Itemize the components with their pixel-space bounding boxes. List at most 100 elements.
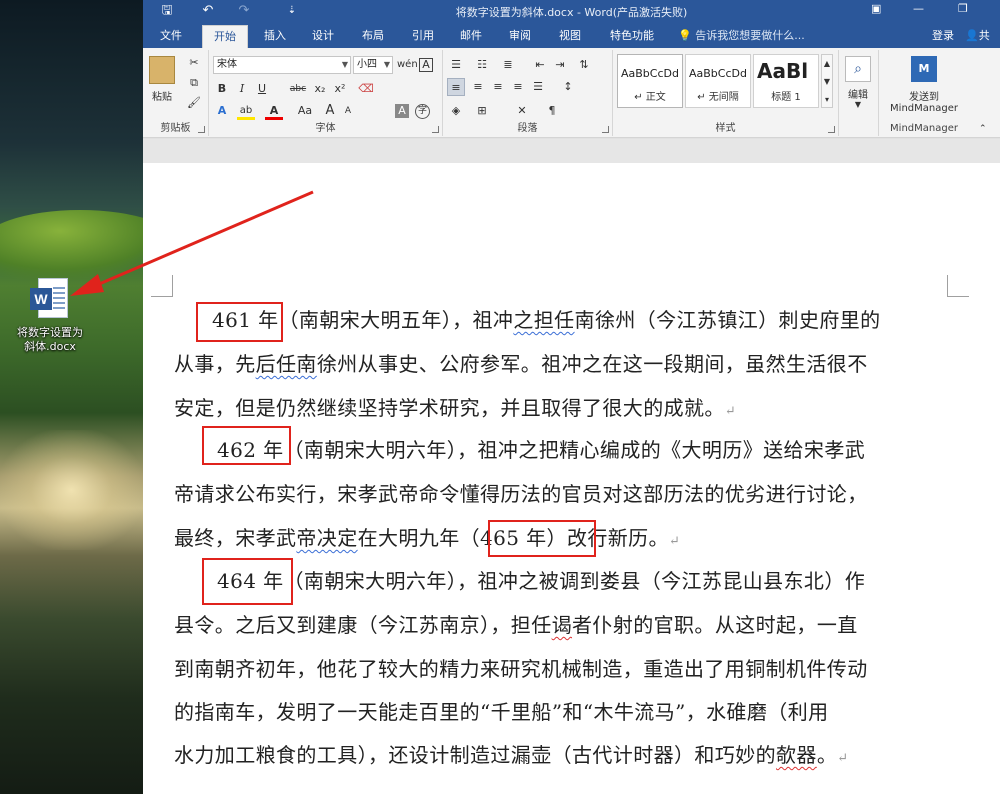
- asian-layout-icon[interactable]: ✕: [513, 102, 531, 120]
- font-color-button[interactable]: A: [265, 102, 283, 120]
- group-font: 宋体 ▼ 小四 ▼ wén A B I U abc x₂ x² ⌫ A ab A A…: [209, 50, 443, 136]
- grow-font-button[interactable]: A: [321, 102, 339, 120]
- distribute-icon[interactable]: ☰: [529, 78, 547, 96]
- text-line: 帝请求公布实行，宋孝武帝命令懂得历法的官员对这部历法的优劣进行讨论，: [174, 482, 868, 506]
- italic-button[interactable]: I: [233, 80, 251, 98]
- word-logo-icon: W: [30, 288, 52, 310]
- sign-in-link[interactable]: 登录: [925, 25, 961, 48]
- group-label-font: 字体: [315, 123, 336, 134]
- phonetic-guide-icon[interactable]: wén: [397, 56, 418, 74]
- change-case-button[interactable]: Aa: [293, 102, 317, 120]
- sort-icon[interactable]: ⇅: [575, 56, 593, 74]
- shading-icon[interactable]: ◈: [447, 102, 465, 120]
- cut-icon[interactable]: ✂: [185, 54, 203, 72]
- maximize-icon[interactable]: ❐: [958, 2, 968, 15]
- paragraph-mark: ↵: [837, 751, 849, 766]
- ribbon-tabs: 文件 开始 插入 设计 布局 引用 邮件 审阅 视图 特色功能 💡 告诉我您想要…: [143, 22, 1000, 48]
- word-document-icon: W: [30, 278, 70, 322]
- crop-mark-top-left: [151, 275, 173, 297]
- text-line: 从事，先后任南徐州从事史、公府参军。祖冲之在这一段期间，虽然生活很不: [174, 352, 868, 376]
- paste-button[interactable]: 粘贴: [147, 88, 177, 103]
- underline-button[interactable]: U: [253, 80, 271, 98]
- crop-mark-top-right: [947, 275, 969, 297]
- strikethrough-button[interactable]: abc: [287, 80, 309, 98]
- multilevel-list-icon[interactable]: ≣: [499, 56, 517, 74]
- text-line: 464 年（南朝宋大明六年），祖冲之被调到娄县（今江苏昆山县东北）作: [217, 569, 866, 593]
- tab-special-features[interactable]: 特色功能: [601, 25, 663, 48]
- text-line: 461 年（南朝宋大明五年），祖冲之担任南徐州（今江苏镇江）刺史府里的: [212, 308, 881, 332]
- word-window: 🖫 ↶ ↷ ⇣ 将数字设置为斜体.docx - Word(产品激活失败) ▣ —…: [143, 0, 1000, 794]
- character-shading-button[interactable]: A: [395, 104, 409, 118]
- desktop-file-label: 将数字设置为 斜体.docx: [17, 326, 83, 353]
- text-effects-button[interactable]: A: [213, 102, 231, 120]
- line-spacing-icon[interactable]: ↕: [559, 78, 577, 96]
- clipboard-launcher-icon[interactable]: [198, 126, 205, 133]
- align-left-icon[interactable]: ≡: [447, 78, 465, 96]
- style-heading-1[interactable]: AaBl 标题 1: [753, 54, 819, 108]
- highlight-box-465: [488, 520, 596, 557]
- bullets-icon[interactable]: ☰: [447, 56, 465, 74]
- show-marks-icon[interactable]: ¶: [543, 102, 561, 120]
- desktop-sun-glow: [0, 430, 143, 550]
- format-painter-icon[interactable]: 🖌: [185, 94, 203, 112]
- increase-indent-icon[interactable]: ⇥: [551, 56, 569, 74]
- group-styles: AaBbCcDd ↵ 正文 AaBbCcDd ↵ 无间隔 AaBl 标题 1 ▲…: [613, 50, 839, 136]
- styles-scroll[interactable]: ▲ ▼ ▾: [821, 54, 833, 108]
- superscript-button[interactable]: x²: [331, 80, 349, 98]
- tab-review[interactable]: 审阅: [500, 25, 540, 48]
- send-to-mindmanager-button[interactable]: 发送到 MindManager: [879, 88, 969, 114]
- text-line: 县令。之后又到建康（今江苏南京），担任谒者仆射的官职。从这时起，一直: [174, 613, 858, 637]
- tab-design[interactable]: 设计: [303, 25, 343, 48]
- text-line: 的指南车，发明了一天能走百里的“千里船”和“木牛流马”，水碓磨（利用: [174, 700, 829, 724]
- text-line: 水力加工粮食的工具），还设计制造过漏壶（古代计时器）和巧妙的欹器。↵: [174, 743, 849, 767]
- paste-icon[interactable]: [149, 56, 175, 84]
- desktop-file-icon[interactable]: W 将数字设置为 斜体.docx: [8, 278, 92, 354]
- tab-mailings[interactable]: 邮件: [451, 25, 491, 48]
- text-line: 安定，但是仍然继续坚持学术研究，并且取得了很大的成就。↵: [174, 396, 737, 420]
- ribbon-display-icon[interactable]: ▣: [871, 2, 881, 15]
- editing-button[interactable]: 编辑: [841, 86, 875, 101]
- tab-layout[interactable]: 布局: [353, 25, 393, 48]
- clear-formatting-icon[interactable]: ⌫: [357, 80, 375, 98]
- copy-icon[interactable]: ⧉: [185, 74, 203, 92]
- highlight-button[interactable]: ab: [237, 102, 255, 120]
- font-name-select[interactable]: 宋体 ▼: [213, 56, 351, 74]
- bold-button[interactable]: B: [213, 80, 231, 98]
- text-line: 到南朝齐初年，他花了较大的精力来研究机械制造，重造出了用铜制机件传动: [174, 657, 868, 681]
- style-normal[interactable]: AaBbCcDd ↵ 正文: [617, 54, 683, 108]
- character-border-icon[interactable]: A: [419, 58, 433, 72]
- tab-file[interactable]: 文件: [151, 25, 191, 48]
- tab-insert[interactable]: 插入: [255, 25, 295, 48]
- font-size-select[interactable]: 小四 ▼: [353, 56, 393, 74]
- ruler-area: [143, 139, 1000, 163]
- highlight-box-462: [202, 426, 291, 465]
- share-button[interactable]: 👤共: [965, 25, 999, 48]
- style-no-spacing[interactable]: AaBbCcDd ↵ 无间隔: [685, 54, 751, 108]
- subscript-button[interactable]: x₂: [311, 80, 329, 98]
- mindmanager-icon[interactable]: M: [911, 56, 937, 82]
- tab-home[interactable]: 开始: [202, 25, 248, 48]
- align-center-icon[interactable]: ≡: [469, 78, 487, 96]
- person-icon: 👤: [965, 29, 979, 42]
- justify-icon[interactable]: ≡: [509, 78, 527, 96]
- search-icon[interactable]: ⌕: [845, 56, 871, 82]
- styles-launcher-icon[interactable]: [828, 126, 835, 133]
- tell-me-search[interactable]: 💡 告诉我您想要做什么...: [678, 25, 813, 48]
- font-launcher-icon[interactable]: [432, 126, 439, 133]
- highlight-box-461: [196, 302, 283, 342]
- document-page[interactable]: 461 年（南朝宋大明五年），祖冲之担任南徐州（今江苏镇江）刺史府里的 从事，先…: [143, 163, 1000, 794]
- collapse-ribbon-icon[interactable]: ⌃: [979, 124, 987, 134]
- highlight-box-464: [202, 558, 293, 605]
- paragraph-launcher-icon[interactable]: [602, 126, 609, 133]
- tab-view[interactable]: 视图: [550, 25, 590, 48]
- minimize-icon[interactable]: —: [913, 2, 924, 15]
- decrease-indent-icon[interactable]: ⇤: [531, 56, 549, 74]
- enclose-characters-button[interactable]: 字: [415, 104, 430, 119]
- borders-icon[interactable]: ⊞: [473, 102, 491, 120]
- align-right-icon[interactable]: ≡: [489, 78, 507, 96]
- numbering-icon[interactable]: ☷: [473, 56, 491, 74]
- shrink-font-button[interactable]: A: [339, 102, 357, 120]
- group-paragraph: ☰ ☷ ≣ ⇤ ⇥ ⇅ ≡ ≡ ≡ ≡ ☰ ↕ ◈ ⊞ ✕ ¶ 段落: [443, 50, 613, 136]
- group-label-paragraph: 段落: [517, 123, 538, 134]
- tab-references[interactable]: 引用: [403, 25, 443, 48]
